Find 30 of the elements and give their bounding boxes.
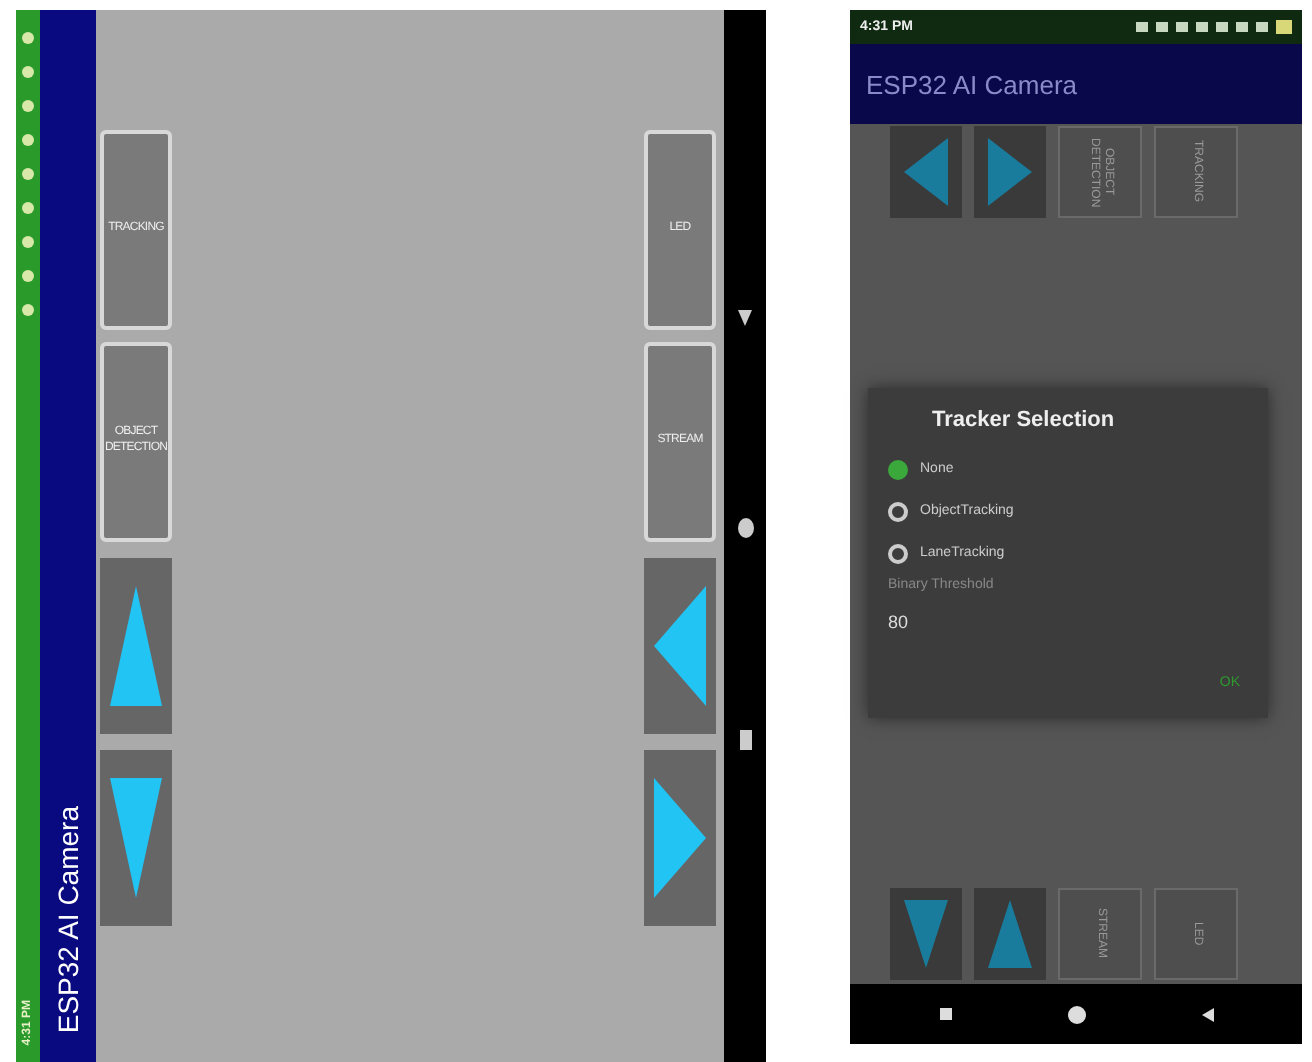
direction-button[interactable]	[974, 126, 1046, 218]
app-title: ESP32 AI Camera	[52, 806, 84, 1034]
back-icon[interactable]	[738, 310, 752, 326]
threshold-value[interactable]: 80	[888, 612, 1248, 632]
direction-button[interactable]	[890, 126, 962, 218]
triangle-icon	[110, 778, 162, 898]
dialog-title: Tracker Selection	[932, 408, 1117, 432]
direction-button[interactable]	[100, 750, 172, 926]
radio-button[interactable]	[888, 459, 908, 479]
triangle-icon	[654, 586, 706, 706]
triangle-icon	[904, 138, 948, 206]
direction-button[interactable]	[644, 558, 716, 734]
direction-button[interactable]	[100, 558, 172, 734]
triangle-icon	[654, 778, 706, 898]
status-icons-icon	[1136, 20, 1292, 34]
direction-button[interactable]	[890, 888, 962, 980]
direction-button[interactable]	[644, 750, 716, 926]
home-icon[interactable]	[737, 518, 753, 538]
radio-button[interactable]	[888, 501, 908, 521]
triangle-icon	[988, 900, 1032, 968]
recents-icon[interactable]	[939, 1008, 951, 1020]
back-icon[interactable]	[1201, 1007, 1213, 1021]
radio-button[interactable]	[888, 543, 908, 563]
home-icon[interactable]	[1067, 1005, 1085, 1023]
recents-icon[interactable]	[739, 730, 751, 750]
direction-button[interactable]	[974, 888, 1046, 980]
triangle-icon	[988, 138, 1032, 206]
triangle-icon	[904, 900, 948, 968]
app-title: ESP32 AI Camera	[866, 69, 1077, 99]
triangle-icon	[110, 586, 162, 706]
